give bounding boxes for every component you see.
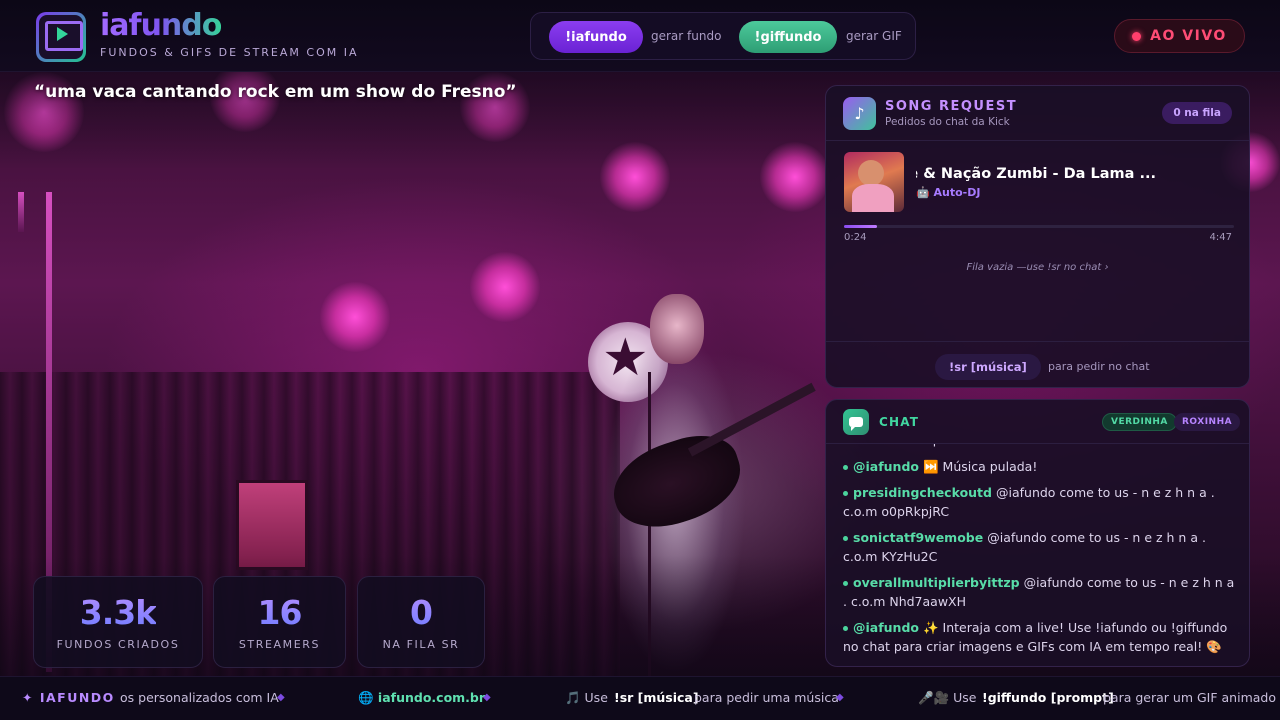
chat-username[interactable]: sonictatf9wemobe bbox=[853, 530, 983, 545]
sr-command-chip[interactable]: !sr [música] bbox=[935, 354, 1041, 380]
current-prompt: “uma vaca cantando rock em um show do Fr… bbox=[34, 82, 517, 102]
live-dot-icon bbox=[1132, 31, 1142, 41]
chat-bubble-icon bbox=[843, 409, 869, 435]
live-label: AO VIVO bbox=[1150, 28, 1227, 44]
chat-message: @iafundo ✨ Interaja com a live! Use !iafu… bbox=[843, 619, 1235, 656]
stat-streamers: 16 STREAMERS bbox=[213, 576, 346, 668]
queue-empty-message: Fila vazia —use !sr no chat › bbox=[966, 262, 1109, 273]
diamond-icon: ◆ bbox=[836, 692, 844, 703]
current-time: 0:24 bbox=[844, 232, 867, 243]
stat-label: NA FILA SR bbox=[382, 638, 460, 651]
diamond-icon: ◆ bbox=[277, 692, 285, 703]
stat-fundos-criados: 3.3k FUNDOS CRIADOS bbox=[33, 576, 203, 668]
ticker-brand: ✦ IAFUNDO bbox=[22, 690, 115, 705]
song-request-header: ♪ SONG REQUEST Pedidos do chat da Kick 0… bbox=[826, 86, 1249, 141]
chat-panel: CHAT VERDINHA ROXINHA iafundo !skip @iafun… bbox=[825, 399, 1250, 667]
giffundo-command-button[interactable]: !giffundo bbox=[739, 21, 837, 53]
stat-value: 16 bbox=[257, 593, 303, 632]
ticker-url-link[interactable]: 🌐 iafundo.com.br bbox=[358, 690, 485, 706]
chat-header: CHAT VERDINHA ROXINHA bbox=[826, 400, 1249, 444]
stat-value: 3.3k bbox=[79, 593, 157, 632]
command-pill: !iafundo gerar fundo !giffundo gerar GIF bbox=[530, 12, 916, 60]
song-request-footer: !sr [música] para pedir no chat bbox=[826, 341, 1249, 387]
stat-na-fila-sr: 0 NA FILA SR bbox=[357, 576, 485, 668]
song-request-subtitle: Pedidos do chat da Kick bbox=[885, 116, 1010, 128]
user-dot-icon bbox=[843, 581, 848, 586]
now-playing-album-art bbox=[844, 152, 904, 212]
sr-command-hint: para pedir no chat bbox=[1048, 360, 1150, 373]
chat-username[interactable]: presidingcheckoutd bbox=[853, 485, 992, 500]
chat-message: iafundo !skip bbox=[843, 444, 1235, 450]
total-time: 4:47 bbox=[1209, 232, 1232, 243]
song-request-title: SONG REQUEST bbox=[885, 99, 1018, 114]
stat-label: STREAMERS bbox=[238, 638, 321, 651]
user-dot-icon bbox=[843, 626, 848, 631]
chat-messages[interactable]: iafundo !skip @iafundo ⏭️ Música pulada! pre… bbox=[826, 444, 1249, 666]
live-status-button[interactable]: AO VIVO bbox=[1114, 19, 1245, 53]
chat-username[interactable]: overallmultiplierbyittzp bbox=[853, 575, 1020, 590]
chat-message: overallmultiplierbyittzp @iafundo come to… bbox=[843, 574, 1235, 611]
chat-username[interactable]: @iafundo bbox=[853, 620, 919, 635]
chat-username[interactable]: iafundo bbox=[853, 444, 907, 447]
user-dot-icon bbox=[843, 536, 848, 541]
chat-tag-verdinha[interactable]: VERDINHA bbox=[1102, 413, 1177, 431]
chat-message-list: iafundo !skip @iafundo ⏭️ Música pulada! pre… bbox=[843, 444, 1235, 656]
now-playing-title: Chico Science & Nação Zumbi - Da Lama ..… bbox=[916, 166, 1156, 182]
ticker-command: !sr [música] bbox=[614, 690, 699, 705]
song-request-panel: ♪ SONG REQUEST Pedidos do chat da Kick 0… bbox=[825, 85, 1250, 388]
monitor-play-icon bbox=[36, 12, 86, 62]
chat-title: CHAT bbox=[879, 415, 920, 429]
queue-count-badge: 0 na fila bbox=[1162, 102, 1232, 124]
user-dot-icon bbox=[843, 491, 848, 496]
chat-message-text: !skip bbox=[911, 444, 941, 447]
stat-label: FUNDOS CRIADOS bbox=[56, 638, 180, 651]
bottom-ticker: ✦ IAFUNDO os personalizados com IA ◆ 🌐 i… bbox=[0, 676, 1280, 720]
chat-username[interactable]: @iafundo bbox=[853, 459, 919, 474]
brand-title: iafundo bbox=[100, 8, 222, 43]
top-bar: iafundo FUNDOS & GIFS DE STREAM COM IA !… bbox=[0, 0, 1280, 72]
ticker-item: para pedir uma música bbox=[694, 690, 839, 705]
music-note-icon: ♪ bbox=[843, 97, 876, 130]
ticker-item: para gerar um GIF animado ao bbox=[1103, 690, 1280, 705]
chat-message-text: ⏭️ Música pulada! bbox=[923, 458, 1038, 474]
now-playing-title-marquee: Chico Science & Nação Zumbi - Da Lama ..… bbox=[916, 166, 1156, 186]
playback-progress-bar bbox=[844, 225, 1234, 228]
now-playing-source: 🤖 Auto-DJ bbox=[916, 186, 981, 199]
chat-message: @iafundo ⏭️ Música pulada! bbox=[843, 458, 1235, 477]
chat-tag-roxinha[interactable]: ROXINHA bbox=[1174, 413, 1241, 431]
ticker-command: !giffundo [prompt] bbox=[982, 690, 1114, 705]
iafundo-command-button[interactable]: !iafundo bbox=[549, 21, 643, 53]
user-dot-icon bbox=[843, 464, 848, 470]
brand-subtitle: FUNDOS & GIFS DE STREAM COM IA bbox=[100, 46, 359, 59]
ticker-item: os personalizados com IA bbox=[120, 690, 279, 705]
stat-value: 0 bbox=[410, 593, 433, 632]
giffundo-command-hint: gerar GIF bbox=[846, 29, 902, 43]
iafundo-command-hint: gerar fundo bbox=[651, 29, 722, 43]
ticker-item: 🎤🎥 Use bbox=[918, 690, 977, 705]
diamond-icon: ◆ bbox=[483, 692, 491, 703]
ticker-item: 🎵 Use bbox=[565, 690, 608, 705]
chat-message: presidingcheckoutd @iafundo come to us - … bbox=[843, 484, 1235, 521]
chat-message: sonictatf9wemobe @iafundo come to us - n … bbox=[843, 529, 1235, 566]
